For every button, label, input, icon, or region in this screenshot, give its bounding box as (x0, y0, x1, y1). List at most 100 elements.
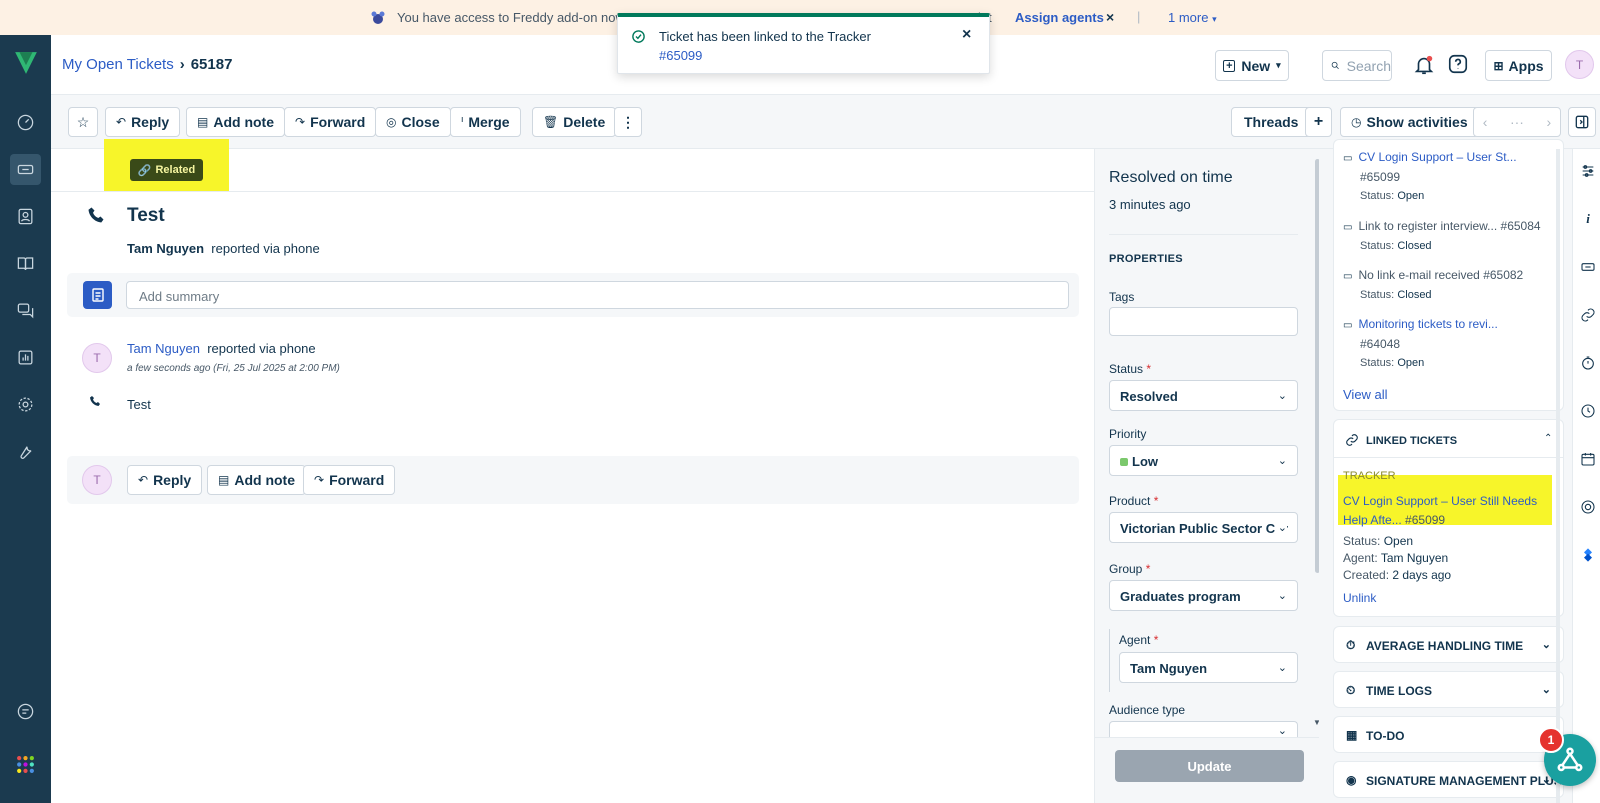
agent-select[interactable]: Tam Nguyen ⌄ (1119, 652, 1298, 683)
assign-agents-link[interactable]: Assign agents (1015, 10, 1104, 25)
product-label-text: Product (1109, 494, 1151, 508)
bottom-reply-button[interactable]: ↶ Reply (127, 465, 203, 495)
wrench-icon[interactable] (10, 436, 41, 467)
signature-management-section[interactable]: ◉ SIGNATURE MANAGEMENT PLUS ⌄ (1333, 761, 1564, 798)
search-input[interactable]: Search (1322, 50, 1392, 81)
unlink-link[interactable]: Unlink (1343, 591, 1376, 605)
bottom-forward-button[interactable]: ↷ Forward (303, 465, 396, 495)
forward-button[interactable]: ↷ Forward (284, 107, 377, 137)
toast-close-icon[interactable]: × (962, 26, 971, 44)
update-button[interactable]: Update (1115, 750, 1304, 782)
link-icon[interactable] (1580, 307, 1596, 323)
bottom-add-note-button[interactable]: ▤ Add note (207, 465, 306, 495)
related-ticket-id: #64048 (1360, 337, 1401, 351)
delete-button[interactable]: 🗑 Delete (532, 107, 617, 137)
conversation-author[interactable]: Tam Nguyen (127, 341, 200, 356)
contacts-icon[interactable] (10, 201, 41, 232)
reporter-name[interactable]: Tam Nguyen (127, 241, 204, 256)
view-all-link[interactable]: View all (1343, 387, 1388, 402)
audience-type-select[interactable]: ⌄ (1109, 721, 1298, 738)
add-note-button[interactable]: ▤ Add note (186, 107, 285, 137)
product-value: Victorian Public Sector Cor (1120, 521, 1289, 536)
status-select[interactable]: Resolved ⌄ (1109, 380, 1298, 411)
related-ticket-item[interactable]: ▭ Monitoring tickets to revi... #64048 Stat… (1343, 315, 1557, 373)
related-ticket-item[interactable]: ▭ CV Login Support – User St... #65099 Stat… (1343, 148, 1557, 206)
check-circle-icon (632, 30, 645, 43)
stopwatch-icon[interactable] (1580, 355, 1596, 371)
freshdesk-logo[interactable] (10, 47, 41, 78)
jira-icon[interactable] (1580, 547, 1596, 563)
reply-button[interactable]: ↶ Reply (105, 107, 181, 137)
show-activities-button[interactable]: ◷ Show activities (1340, 107, 1479, 137)
summary-input[interactable]: Add summary (126, 281, 1069, 309)
linked-ticket-title[interactable]: CV Login Support – User Still Needs Help… (1343, 492, 1557, 530)
user-avatar[interactable]: T (1565, 50, 1594, 79)
timer-icon[interactable] (1580, 403, 1596, 419)
todo-heading: TO-DO (1366, 729, 1405, 743)
update-footer: Update (1095, 737, 1320, 803)
ticket-icon: ▭ (1343, 153, 1353, 164)
signature-icon[interactable] (1580, 499, 1596, 515)
breadcrumb: My Open Tickets › 65187 (62, 56, 232, 73)
apps-button[interactable]: ⊞ Apps (1485, 50, 1552, 81)
conversation-body: Test (127, 397, 151, 412)
product-select[interactable]: Victorian Public Sector Cor ⌄ (1109, 512, 1298, 543)
breadcrumb-my-open-tickets[interactable]: My Open Tickets (62, 56, 174, 73)
next-ticket-icon[interactable]: › (1547, 114, 1552, 130)
toggle-sidebar-button[interactable] (1568, 107, 1596, 137)
star-button[interactable]: ☆ (68, 107, 98, 137)
add-thread-button[interactable]: + (1305, 107, 1332, 137)
priority-select[interactable]: Low ⌄ (1109, 445, 1298, 476)
settings-gear-icon[interactable] (10, 389, 41, 420)
info-icon[interactable]: i (1580, 211, 1596, 227)
apps-icon: ⊞ (1493, 58, 1504, 73)
time-logs-section[interactable]: ⏲ TIME LOGS ⌄ (1333, 671, 1564, 708)
related-label: Related (155, 164, 196, 176)
todo-section[interactable]: ▦ TO-DO (1333, 716, 1564, 753)
check-circle-icon: ◎ (386, 115, 397, 129)
tags-label: Tags (1109, 290, 1135, 304)
merge-label: Merge (468, 114, 510, 130)
note-icon: ▤ (197, 115, 209, 129)
toast-ticket-link[interactable]: #65099 (659, 48, 702, 63)
star-icon: ☆ (76, 113, 90, 130)
agent-label: Agent * (1119, 633, 1158, 647)
knowledge-base-icon[interactable] (10, 248, 41, 279)
close-ticket-button[interactable]: ◎ Close (375, 107, 451, 137)
related-ticket-item[interactable]: ▭ No link e-mail received #65082 Status: C… (1343, 266, 1557, 305)
bottom-forward-label: Forward (329, 472, 385, 488)
linked-status: Open (1383, 534, 1414, 548)
new-button[interactable]: + New ▾ (1215, 50, 1289, 81)
app-switcher-icon[interactable] (10, 749, 41, 780)
right-scrollbar[interactable] (1556, 149, 1560, 803)
reply-label: Reply (131, 114, 170, 130)
linked-created: 2 days ago (1392, 568, 1452, 582)
linked-title-line1: CV Login Support – User Still Needs (1343, 494, 1538, 508)
ticket-icon[interactable] (1580, 259, 1596, 275)
group-select[interactable]: Graduates program ⌄ (1109, 580, 1298, 611)
banner-close-icon[interactable]: × (1106, 9, 1114, 25)
audience-type-label: Audience type (1109, 703, 1186, 717)
link-icon (1346, 434, 1358, 446)
help-icon[interactable] (1447, 53, 1469, 75)
status-label: Status * (1109, 362, 1151, 376)
dashboard-icon[interactable] (10, 107, 41, 138)
tags-input[interactable] (1109, 307, 1298, 336)
prev-ticket-icon[interactable]: ‹ (1483, 114, 1488, 130)
tickets-icon[interactable] (10, 154, 41, 185)
filter-sliders-icon[interactable] (1580, 163, 1596, 179)
ticket-icon: ▭ (1343, 320, 1353, 331)
reports-icon[interactable] (10, 342, 41, 373)
more-actions-button[interactable]: ⋮ (614, 107, 642, 137)
related-badge[interactable]: 🔗 Related (130, 159, 203, 181)
calendar-icon[interactable] (1580, 451, 1596, 467)
notifications-bell-icon[interactable] (1413, 53, 1435, 77)
chat-icon[interactable] (10, 696, 41, 727)
merge-button[interactable]: ᑊ Merge (450, 107, 521, 137)
forums-icon[interactable] (10, 295, 41, 326)
related-ticket-item[interactable]: ▭ Link to register interview... #65084 Sta… (1343, 217, 1557, 256)
chevron-up-icon[interactable]: ⌃ (1544, 433, 1552, 444)
threads-button[interactable]: Threads (1231, 107, 1312, 137)
banner-more-link[interactable]: 1 more ▾ (1168, 10, 1217, 25)
average-handling-time-section[interactable]: ⏱ AVERAGE HANDLING TIME ⌄ (1333, 626, 1564, 663)
